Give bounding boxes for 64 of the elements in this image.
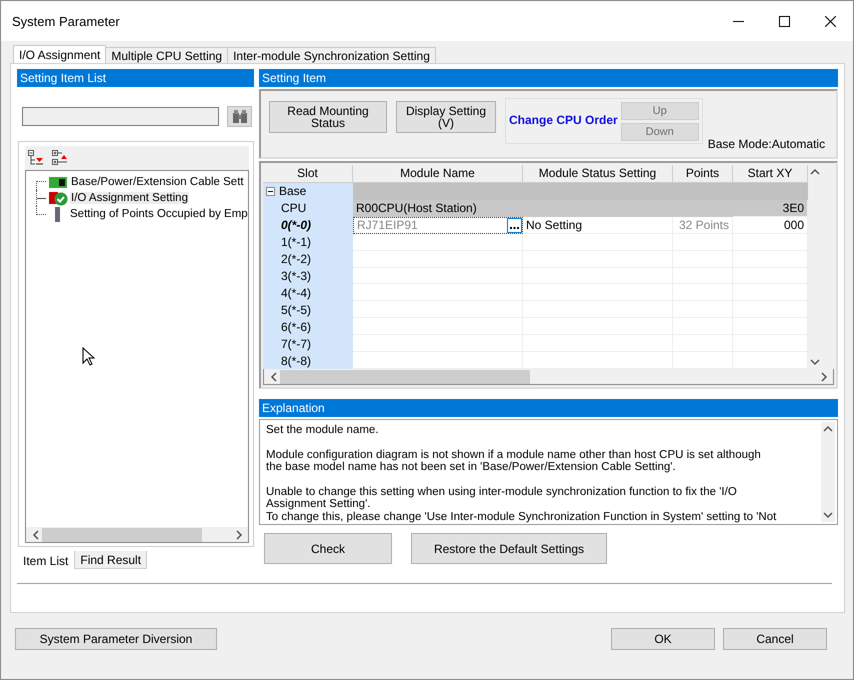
- tab[interactable]: Inter-module Synchronization Setting: [227, 47, 436, 63]
- slot-icon: [55, 206, 60, 222]
- action-button[interactable]: Check: [264, 533, 392, 564]
- horizontal-scrollbar[interactable]: [263, 369, 834, 385]
- table-cell: No Setting: [523, 216, 673, 234]
- diversion-button[interactable]: System Parameter Diversion: [15, 628, 217, 650]
- window-title: System Parameter: [12, 14, 121, 28]
- explanation-text: Unable to change this setting when using inter-module synchronization function to fix the 'I/O Assignment Setting'. To change this, please change 'Use Inter-module Synchronization Function in System' setting to 'Not: [266, 486, 778, 523]
- slot-cell: 5(*-5): [263, 301, 353, 318]
- find-button[interactable]: [227, 106, 252, 126]
- module-name-field[interactable]: RJ71EIP91: [353, 216, 523, 234]
- binoculars-icon: [230, 108, 248, 124]
- expand-all-icon[interactable]: [52, 150, 68, 166]
- table-cell: 32 Points: [673, 216, 733, 234]
- search-field[interactable]: [22, 106, 219, 126]
- action-button[interactable]: Restore the Default Settings: [411, 533, 607, 564]
- module-icon: [48, 175, 68, 189]
- mouse-cursor-icon: [82, 347, 95, 367]
- slot-cell: 8(*-8): [263, 352, 353, 369]
- action-button[interactable]: Read Mounting Status: [269, 101, 387, 133]
- panel-header: Setting Item List: [17, 69, 254, 87]
- table-cell: 3E0: [733, 200, 808, 217]
- collapse-all-icon[interactable]: [28, 150, 44, 166]
- scrollbar-thumb[interactable]: [42, 528, 202, 542]
- column-header[interactable]: Points: [673, 165, 733, 183]
- horizontal-scrollbar[interactable]: [25, 527, 249, 543]
- action-button[interactable]: Display Setting (V): [396, 101, 496, 133]
- slot-cell: 6(*-6): [263, 318, 353, 336]
- cpu-order-label: Change CPU Order: [509, 113, 618, 127]
- ellipsis-icon: [510, 226, 519, 229]
- slot-label: Base: [279, 184, 306, 198]
- collapse-icon[interactable]: [266, 186, 275, 196]
- slot-cell: 2(*-2): [263, 250, 353, 268]
- tab[interactable]: I/O Assignment: [13, 45, 106, 63]
- slot-cell: 3(*-3): [263, 268, 353, 284]
- explanation-text: Set the module name.: [266, 424, 380, 436]
- column-header[interactable]: Module Status Setting: [523, 165, 673, 183]
- slot-cell: 1(*-1): [263, 234, 353, 251]
- dialog-button[interactable]: OK: [611, 628, 715, 650]
- scrollbar-thumb[interactable]: [280, 370, 530, 384]
- base-mode-label: Base Mode:Automatic: [708, 137, 826, 151]
- column-header[interactable]: Start XY: [733, 165, 808, 183]
- close-icon: [824, 16, 836, 26]
- slot-cell: 7(*-7): [263, 335, 353, 352]
- slot-cell: 4(*-4): [263, 284, 353, 302]
- panel-header: Setting Item: [259, 69, 838, 87]
- slot-cell: 0(*-0): [263, 216, 353, 234]
- vertical-scrollbar[interactable]: [821, 422, 835, 522]
- table-cell: R00CPU(Host Station): [353, 200, 733, 217]
- column-header[interactable]: Slot: [263, 165, 353, 183]
- column-header[interactable]: Module Name: [353, 165, 523, 183]
- minimize-icon: [732, 20, 744, 22]
- dialog-button[interactable]: Cancel: [723, 628, 827, 650]
- tree-item[interactable]: Base/Power/Extension Cable Sett: [70, 176, 245, 188]
- slot-cell: CPU: [263, 200, 353, 217]
- maximize-icon: [778, 16, 790, 26]
- browse-button[interactable]: [507, 218, 522, 233]
- check-badge-icon: [48, 190, 68, 206]
- tab[interactable]: Find Result: [74, 551, 148, 569]
- explanation-text: Module configuration diagram is not shown if a module name other than host CPU is set although the base model name has not been set in 'Base/Power/Extension Cable Setting'.: [266, 448, 762, 474]
- tree-item[interactable]: I/O Assignment Setting: [70, 192, 189, 204]
- tree-item[interactable]: Setting of Points Occupied by Emp: [69, 208, 249, 220]
- tab[interactable]: Multiple CPU Setting: [105, 47, 228, 63]
- panel-header: Explanation: [259, 399, 838, 417]
